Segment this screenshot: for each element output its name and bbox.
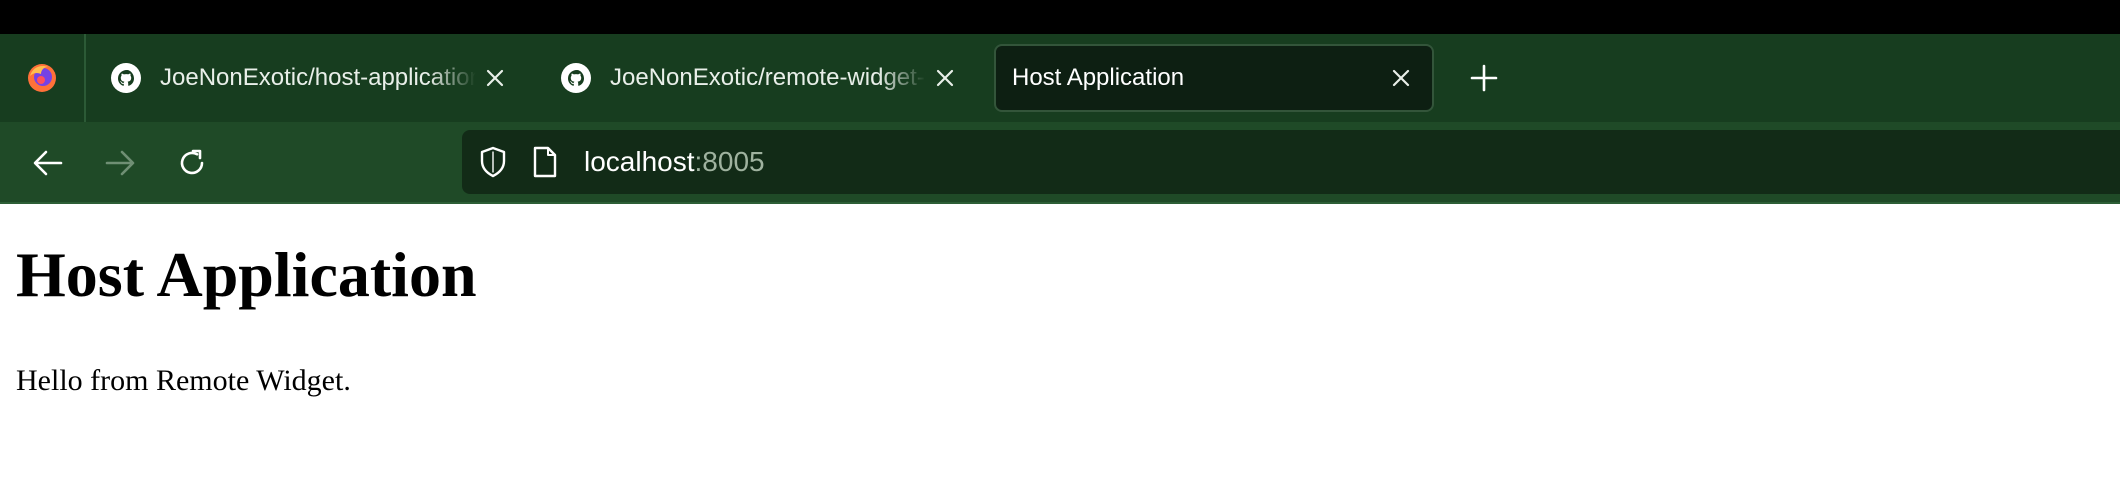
url-host: localhost — [584, 146, 695, 177]
tab-host-application-active[interactable]: Host Application — [994, 44, 1434, 112]
tab-host-application-repo[interactable]: JoeNonExotic/host-application-f — [86, 44, 526, 112]
system-top-bar — [0, 0, 2120, 34]
firefox-icon — [28, 64, 56, 92]
tab-title: Host Application — [1012, 64, 1185, 91]
tab-remote-widget-repo[interactable]: JoeNonExotic/remote-widget-fo — [536, 44, 976, 112]
url-port: :8005 — [694, 146, 765, 177]
close-icon[interactable] — [932, 65, 958, 91]
github-icon — [561, 63, 591, 93]
close-icon[interactable] — [1388, 65, 1414, 91]
tab-title: JoeNonExotic/host-application-f — [160, 64, 476, 91]
address-bar[interactable]: localhost:8005 — [462, 130, 2120, 194]
close-icon[interactable] — [482, 65, 508, 91]
arrow-left-icon — [33, 150, 63, 176]
forward-button[interactable] — [100, 143, 140, 183]
url-text[interactable]: localhost:8005 — [584, 146, 765, 178]
tab-title: JoeNonExotic/remote-widget-fo — [610, 64, 926, 91]
arrow-right-icon — [105, 150, 135, 176]
shield-icon[interactable] — [476, 145, 510, 179]
new-tab-button[interactable] — [1464, 58, 1504, 98]
page-content: Host Application Hello from Remote Widge… — [0, 206, 2120, 494]
reload-icon — [180, 149, 204, 175]
reload-button[interactable] — [172, 143, 212, 183]
navigation-toolbar: localhost:8005 — [0, 122, 2120, 204]
plus-icon — [1470, 64, 1498, 92]
github-icon — [111, 63, 141, 93]
back-button[interactable] — [28, 143, 68, 183]
page-paragraph: Hello from Remote Widget. — [16, 364, 351, 397]
tab-strip: JoeNonExotic/host-application-f JoeNonEx… — [0, 34, 2120, 122]
page-icon[interactable] — [530, 145, 560, 179]
firefox-menu-button[interactable] — [0, 34, 84, 122]
page-heading: Host Application — [16, 239, 477, 310]
